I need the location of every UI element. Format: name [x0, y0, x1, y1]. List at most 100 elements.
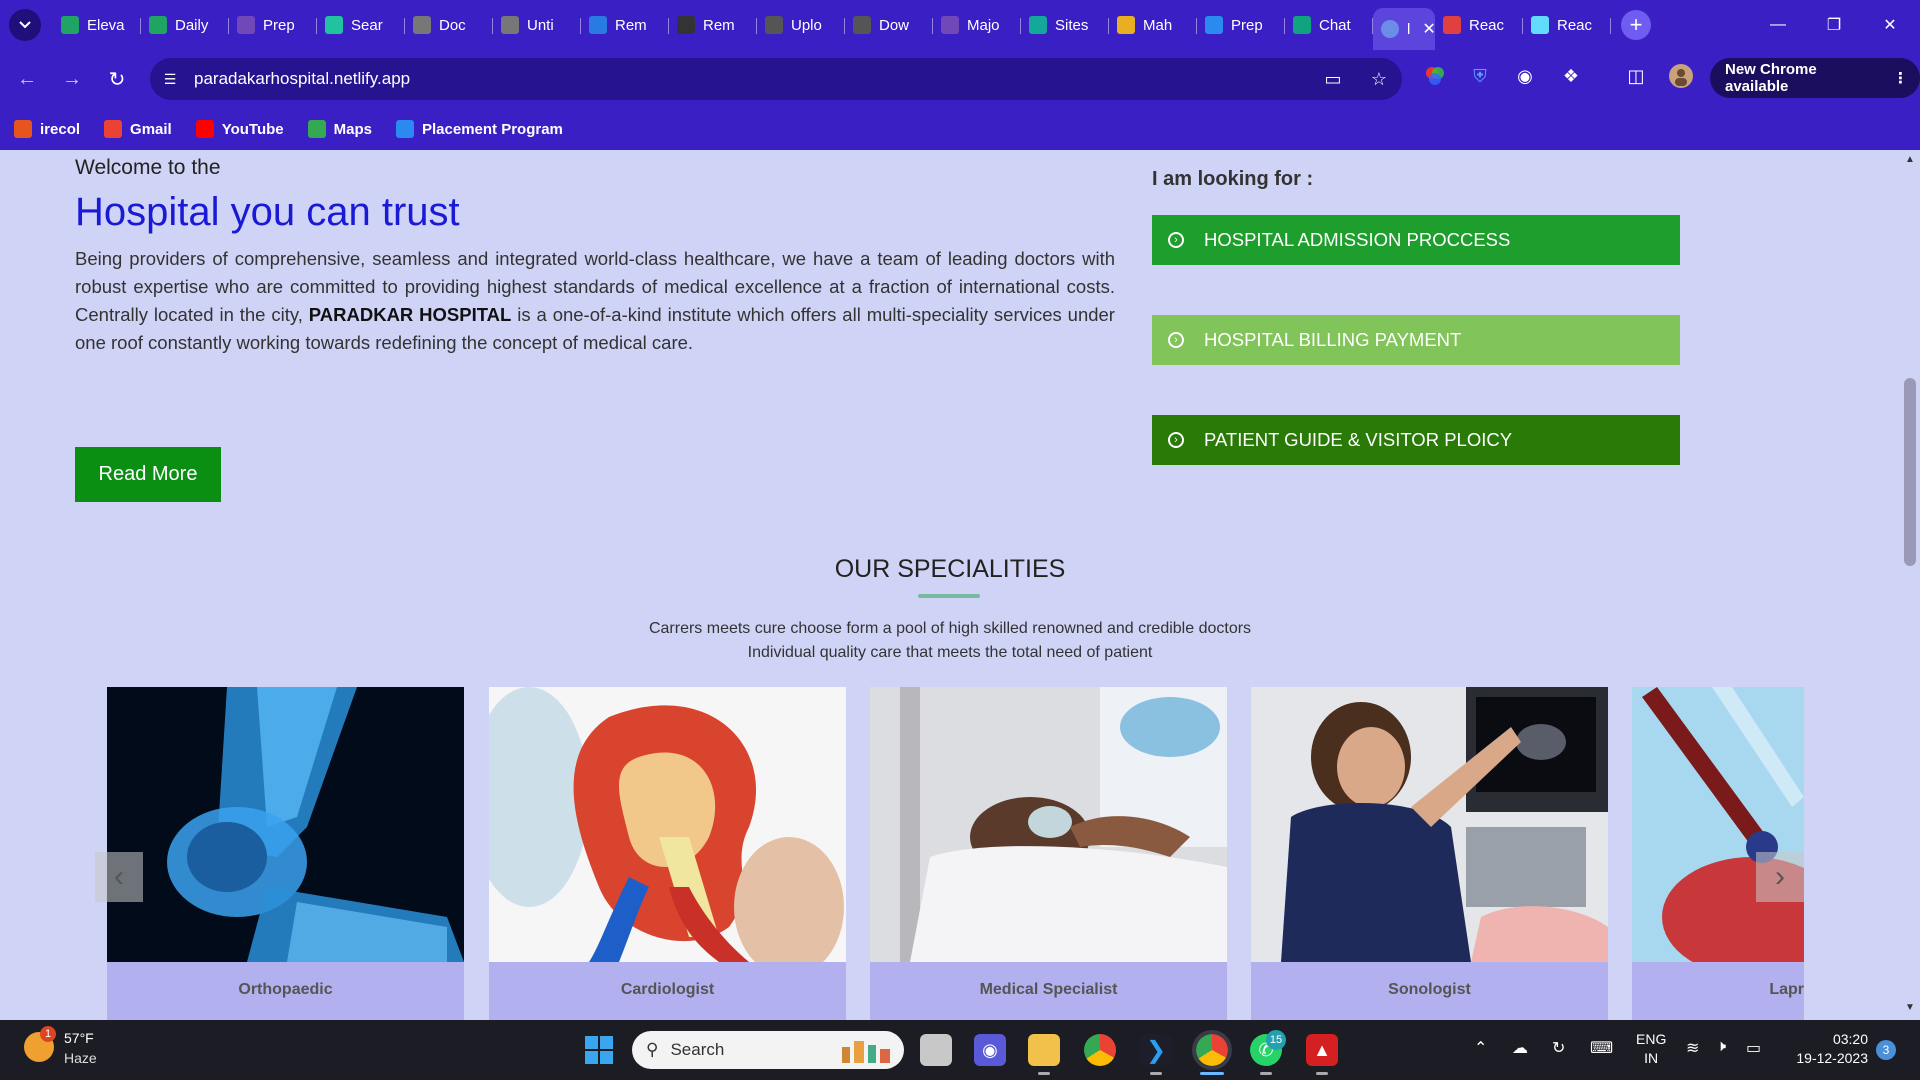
irecol-icon: [14, 120, 32, 138]
chrome-update-button[interactable]: New Chrome available ⋮: [1710, 58, 1920, 98]
speciality-card-sonologist[interactable]: Sonologist: [1251, 687, 1608, 1020]
time: 03:20: [1832, 1031, 1868, 1047]
keyboard-icon[interactable]: ⌨: [1590, 1038, 1613, 1058]
quick-link-button[interactable]: › PATIENT GUIDE & VISITOR PLOICY: [1152, 415, 1680, 465]
reload-button[interactable]: ↻: [99, 61, 135, 97]
bookmark-item[interactable]: YouTube: [195, 120, 284, 138]
bookmark-item[interactable]: Placement Program: [396, 120, 563, 138]
chevron-down-icon: [19, 21, 31, 29]
tab-search-button[interactable]: [9, 9, 41, 41]
patient-oxygen-image: [870, 687, 1227, 962]
camera-icon[interactable]: ◉: [1511, 62, 1539, 90]
browser-tab[interactable]: Uplo: [757, 8, 845, 42]
browser-tab[interactable]: Majo: [933, 8, 1021, 42]
update-label: New Chrome available: [1725, 61, 1817, 95]
lang-code: ENG: [1636, 1031, 1667, 1047]
browser-tab[interactable]: Reac: [1523, 8, 1611, 42]
side-panel-icon[interactable]: ◫: [1622, 62, 1650, 90]
browser-tab[interactable]: Eleva: [53, 8, 141, 42]
scroll-up-icon[interactable]: ▲: [1905, 154, 1915, 165]
language-indicator[interactable]: ENG IN: [1636, 1030, 1666, 1068]
chevron-up-icon[interactable]: ⌃: [1474, 1038, 1487, 1058]
browser-tab[interactable]: Chat: [1285, 8, 1373, 42]
xray-knee-image: [107, 687, 464, 962]
install-app-icon[interactable]: ▭: [1320, 66, 1346, 92]
restore-button[interactable]: ❐: [1806, 8, 1862, 42]
site-info-icon[interactable]: ☰: [160, 69, 180, 89]
active-browser-tab[interactable]: l ✕: [1373, 8, 1435, 50]
tab-title: Uplo: [791, 16, 822, 34]
chatgpt-icon: [1293, 16, 1311, 34]
new-tab-button[interactable]: +: [1621, 10, 1651, 40]
color-extension-icon[interactable]: [1421, 62, 1449, 90]
hero-paragraph: Being providers of comprehensive, seamle…: [75, 245, 1115, 357]
scrollbar-thumb[interactable]: [1904, 378, 1916, 566]
minimize-button[interactable]: —: [1750, 8, 1806, 42]
windows-start-icon[interactable]: [585, 1036, 613, 1064]
taskbar-search[interactable]: ⚲ Search: [632, 1031, 904, 1069]
weather-description[interactable]: Haze: [64, 1050, 97, 1066]
quick-link-label: HOSPITAL BILLING PAYMENT: [1204, 329, 1462, 350]
speciality-card-orthopaedic[interactable]: Orthopaedic: [107, 687, 464, 1020]
forward-button[interactable]: →: [54, 61, 90, 97]
url-text[interactable]: paradakarhospital.netlify.app: [194, 69, 410, 89]
task-view-icon[interactable]: [920, 1034, 952, 1066]
quick-link-button[interactable]: › HOSPITAL ADMISSION PROCCESS: [1152, 215, 1680, 265]
speciality-card-medical-specialist[interactable]: Medical Specialist: [870, 687, 1227, 1020]
bookmark-label: Gmail: [130, 120, 172, 138]
arrow-right-icon: →: [62, 67, 82, 90]
bookmarks-bar: irecol Gmail YouTube Maps Placement Program: [0, 108, 1920, 150]
browser-tab[interactable]: Daily: [141, 8, 229, 42]
acrobat-icon[interactable]: ▲: [1306, 1034, 1338, 1066]
bookmark-item[interactable]: irecol: [14, 120, 80, 138]
youtube-icon: [195, 120, 214, 138]
browser-tab[interactable]: Doc: [405, 8, 493, 42]
address-bar[interactable]: ☰ paradakarhospital.netlify.app ▭ ☆: [150, 58, 1402, 100]
back-button[interactable]: ←: [9, 61, 45, 97]
browser-tab[interactable]: Prep: [1197, 8, 1285, 42]
bookmark-label: Maps: [333, 120, 372, 138]
file-explorer-icon[interactable]: [1028, 1034, 1060, 1066]
wifi-icon[interactable]: ≋: [1686, 1038, 1699, 1058]
browser-tab[interactable]: Reac: [1435, 8, 1523, 42]
profile-avatar[interactable]: [1667, 62, 1695, 90]
battery-icon[interactable]: ▭: [1746, 1038, 1761, 1058]
bookmark-star-icon[interactable]: ☆: [1366, 66, 1392, 92]
bookmark-label: YouTube: [221, 120, 284, 138]
carousel-next-button[interactable]: ›: [1756, 852, 1804, 902]
speciality-card-cardiologist[interactable]: Cardiologist: [489, 687, 846, 1020]
notification-badge[interactable]: 3: [1876, 1040, 1896, 1060]
browser-tab[interactable]: Dow: [845, 8, 933, 42]
vscode-icon[interactable]: ❯: [1140, 1034, 1172, 1066]
browser-tab[interactable]: Unti: [493, 8, 581, 42]
onedrive-icon[interactable]: ☁: [1512, 1038, 1528, 1058]
browser-tab[interactable]: Mah: [1109, 8, 1197, 42]
browser-tab[interactable]: Sites: [1021, 8, 1109, 42]
bookmark-item[interactable]: Maps: [307, 120, 372, 138]
read-more-button[interactable]: Read More: [75, 447, 221, 502]
close-tab-icon[interactable]: ✕: [1422, 19, 1435, 39]
clock[interactable]: 03:20 19-12-2023: [1786, 1030, 1868, 1068]
browser-tab[interactable]: Rem: [581, 8, 669, 42]
page-scrollbar[interactable]: ▲ ▼: [1900, 150, 1920, 1020]
sync-icon[interactable]: ↻: [1552, 1038, 1565, 1058]
extensions-puzzle-icon[interactable]: ❖: [1557, 62, 1585, 90]
volume-icon[interactable]: 🕨: [1716, 1038, 1726, 1056]
shield-icon[interactable]: ⛨: [1466, 62, 1494, 90]
close-window-button[interactable]: ✕: [1862, 8, 1918, 42]
hero-title: Hospital you can trust: [75, 190, 460, 234]
browser-tab[interactable]: Prep: [229, 8, 317, 42]
browser-tab[interactable]: Rem: [669, 8, 757, 42]
chrome-active-icon[interactable]: [1192, 1030, 1232, 1070]
scroll-down-icon[interactable]: ▼: [1905, 1002, 1915, 1013]
chrome-icon[interactable]: [1084, 1034, 1116, 1066]
teams-icon[interactable]: ◉: [974, 1034, 1006, 1066]
bookmark-item[interactable]: Gmail: [104, 120, 172, 138]
bookmark-label: Placement Program: [422, 120, 563, 138]
quick-link-button[interactable]: › HOSPITAL BILLING PAYMENT: [1152, 315, 1680, 365]
tab-title: Prep: [1231, 16, 1263, 34]
vscode-indicator: [1150, 1072, 1162, 1075]
carousel-prev-button[interactable]: ‹: [95, 852, 143, 902]
temperature[interactable]: 57°F: [64, 1030, 94, 1046]
browser-tab[interactable]: Sear: [317, 8, 405, 42]
